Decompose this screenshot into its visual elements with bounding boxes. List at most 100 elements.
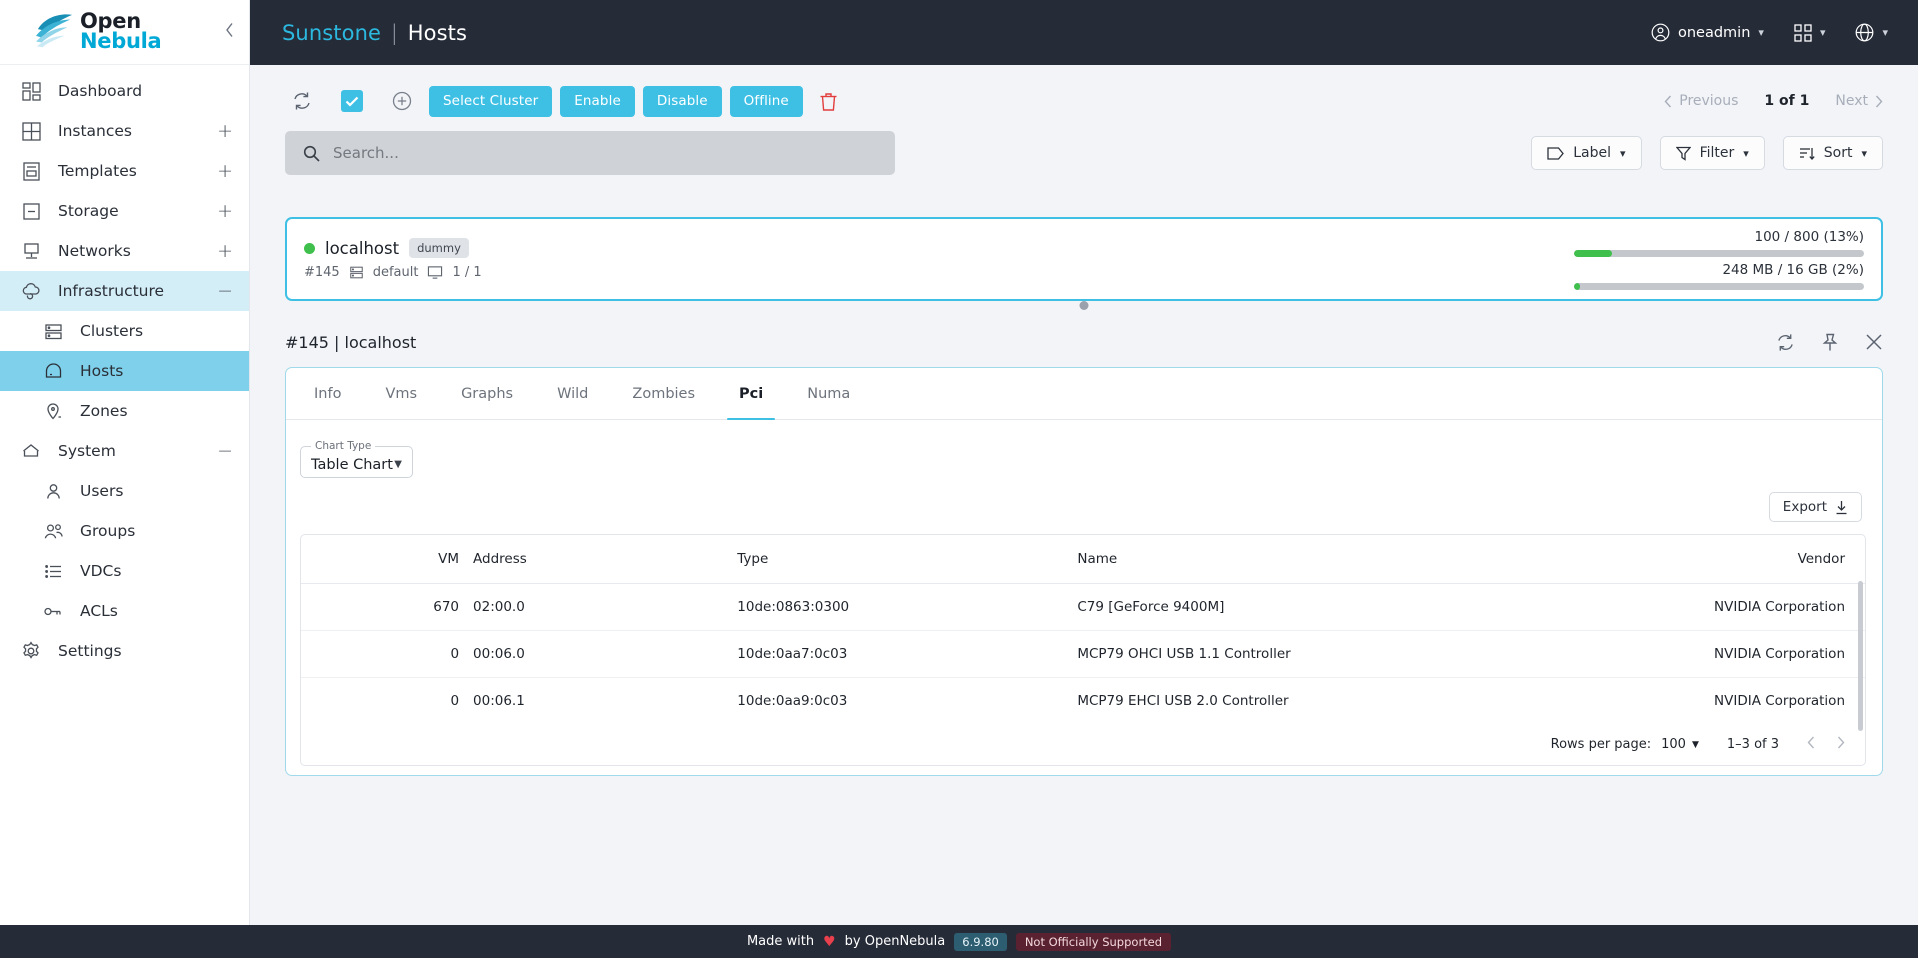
sidebar-item-users[interactable]: Users bbox=[0, 471, 249, 511]
rows-per-page-select[interactable]: 100 ▼ bbox=[1661, 737, 1699, 752]
table-pagination bbox=[1807, 736, 1845, 753]
table-previous-page-button[interactable] bbox=[1807, 736, 1815, 753]
search-row: Label ▾ Filter ▾ bbox=[285, 131, 1883, 175]
host-id: #145 bbox=[304, 265, 340, 280]
sort-button[interactable]: Sort ▾ bbox=[1782, 136, 1883, 170]
sidebar-item-settings[interactable]: Settings bbox=[0, 631, 249, 671]
sidebar-item-storage[interactable]: Storage + bbox=[0, 191, 249, 231]
table-scrollbar[interactable] bbox=[1858, 581, 1863, 731]
logo-text: Open Nebula bbox=[80, 11, 162, 51]
pci-tab-content: Chart Type Table Chart ▼ Export VM Addre… bbox=[286, 420, 1882, 775]
tab-wild[interactable]: Wild bbox=[535, 368, 610, 419]
sidebar-item-instances[interactable]: Instances + bbox=[0, 111, 249, 151]
cpu-usage-bar bbox=[1574, 249, 1864, 257]
sidebar-item-zones[interactable]: Zones bbox=[0, 391, 249, 431]
add-storage-button[interactable]: + bbox=[217, 201, 233, 221]
disable-button[interactable]: Disable bbox=[642, 85, 722, 117]
collapse-system-button[interactable]: − bbox=[217, 441, 233, 461]
apps-menu-button[interactable]: ▾ bbox=[1794, 23, 1826, 42]
next-page-button[interactable]: Next bbox=[1835, 93, 1883, 109]
sidebar-item-vdcs[interactable]: VDCs bbox=[0, 551, 249, 591]
column-header-name[interactable]: Name bbox=[1067, 535, 1506, 584]
enable-button[interactable]: Enable bbox=[560, 85, 635, 117]
sidebar-item-groups[interactable]: Groups bbox=[0, 511, 249, 551]
offline-button[interactable]: Offline bbox=[729, 85, 803, 117]
tab-numa[interactable]: Numa bbox=[785, 368, 872, 419]
tab-info[interactable]: Info bbox=[292, 368, 363, 419]
add-instance-button[interactable]: + bbox=[217, 121, 233, 141]
table-row[interactable]: 0 00:06.1 10de:0aa9:0c03 MCP79 EHCI USB … bbox=[301, 678, 1865, 725]
chevron-down-icon: ▾ bbox=[1819, 26, 1826, 39]
label-button[interactable]: Label ▾ bbox=[1531, 136, 1642, 170]
column-header-address[interactable]: Address bbox=[473, 535, 724, 584]
cell-vm: 0 bbox=[450, 693, 460, 709]
tab-graphs[interactable]: Graphs bbox=[439, 368, 535, 419]
sidebar-item-templates[interactable]: Templates + bbox=[0, 151, 249, 191]
apps-grid-icon bbox=[1794, 23, 1812, 42]
detail-pin-button[interactable] bbox=[1821, 333, 1839, 352]
previous-page-button[interactable]: Previous bbox=[1664, 93, 1738, 109]
search-input[interactable] bbox=[333, 144, 877, 162]
select-all-checkbox-wrap[interactable] bbox=[335, 84, 369, 118]
sidebar-collapse-button[interactable] bbox=[224, 22, 235, 43]
user-menu-button[interactable]: oneadmin ▾ bbox=[1651, 23, 1764, 42]
detail-title: #145 | localhost bbox=[285, 332, 417, 352]
sidebar-item-dashboard[interactable]: Dashboard bbox=[0, 71, 249, 111]
pci-table-head: VM Address Type Name Vendor bbox=[301, 535, 1865, 584]
sidebar-item-acls[interactable]: ACLs bbox=[0, 591, 249, 631]
sort-button-text: Sort bbox=[1823, 145, 1853, 161]
page-indicator: 1 of 1 bbox=[1764, 93, 1810, 109]
sidebar-item-label: System bbox=[58, 442, 116, 460]
tab-vms[interactable]: Vms bbox=[363, 368, 439, 419]
search-box[interactable] bbox=[285, 131, 895, 175]
language-menu-button[interactable]: ▾ bbox=[1855, 23, 1888, 42]
tab-pci[interactable]: Pci bbox=[717, 368, 785, 420]
add-host-button[interactable] bbox=[385, 84, 419, 118]
host-card[interactable]: localhost dummy #145 default 1 / 1 100 /… bbox=[285, 217, 1883, 310]
column-header-type[interactable]: Type bbox=[723, 535, 1068, 584]
detail-close-button[interactable] bbox=[1865, 333, 1883, 352]
table-row[interactable]: 0 00:06.0 10de:0aa7:0c03 MCP79 OHCI USB … bbox=[301, 630, 1865, 678]
sidebar-item-networks[interactable]: Networks + bbox=[0, 231, 249, 271]
checkbox-checked-icon bbox=[345, 96, 359, 107]
column-header-vendor[interactable]: Vendor bbox=[1505, 535, 1865, 584]
sidebar-item-label: Networks bbox=[58, 242, 131, 260]
heart-icon: ♥ bbox=[823, 933, 836, 950]
cell-name: MCP79 EHCI USB 2.0 Controller bbox=[1077, 693, 1289, 709]
detail-refresh-button[interactable] bbox=[1776, 333, 1795, 352]
monitor-icon bbox=[428, 266, 443, 279]
export-button[interactable]: Export bbox=[1768, 492, 1862, 522]
table-row[interactable]: 670 02:00.0 10de:0863:0300 C79 [GeForce … bbox=[301, 583, 1865, 631]
sidebar-item-system[interactable]: System − bbox=[0, 431, 249, 471]
app-name: Sunstone bbox=[282, 20, 382, 45]
filter-button-text: Filter bbox=[1699, 145, 1735, 161]
select-cluster-button[interactable]: Select Cluster bbox=[429, 85, 553, 117]
column-header-vm[interactable]: VM bbox=[301, 535, 474, 584]
sidebar-item-hosts[interactable]: Hosts bbox=[0, 351, 249, 391]
sidebar-item-infrastructure[interactable]: Infrastructure − bbox=[0, 271, 249, 311]
select-all-checkbox[interactable] bbox=[341, 90, 363, 112]
cell-vendor: NVIDIA Corporation bbox=[1505, 583, 1865, 631]
host-type-badge: dummy bbox=[409, 238, 469, 258]
filter-button[interactable]: Filter ▾ bbox=[1659, 136, 1765, 170]
tab-zombies[interactable]: Zombies bbox=[610, 368, 717, 419]
sidebar-item-clusters[interactable]: Clusters bbox=[0, 311, 249, 351]
chart-type-select[interactable]: Chart Type Table Chart ▼ bbox=[300, 440, 413, 478]
collapse-infrastructure-button[interactable]: − bbox=[217, 281, 233, 301]
title-separator: | bbox=[390, 20, 398, 45]
resize-handle[interactable] bbox=[1079, 301, 1089, 310]
chevron-left-icon bbox=[1664, 95, 1672, 107]
chart-type-value: Table Chart bbox=[311, 456, 393, 473]
add-network-button[interactable]: + bbox=[217, 241, 233, 261]
section-name: Hosts bbox=[407, 20, 468, 45]
table-header-row: VM Address Type Name Vendor bbox=[301, 535, 1865, 584]
sort-icon bbox=[1799, 147, 1815, 160]
template-icon bbox=[20, 160, 42, 182]
status-footer: Made with ♥ by OpenNebula 6.9.80 Not Off… bbox=[0, 925, 1918, 958]
cell-vm: 670 bbox=[301, 583, 474, 631]
user-circle-icon bbox=[1651, 23, 1670, 42]
add-template-button[interactable]: + bbox=[217, 161, 233, 181]
table-next-page-button[interactable] bbox=[1837, 736, 1845, 753]
refresh-button[interactable] bbox=[285, 84, 319, 118]
delete-button[interactable] bbox=[819, 91, 838, 112]
